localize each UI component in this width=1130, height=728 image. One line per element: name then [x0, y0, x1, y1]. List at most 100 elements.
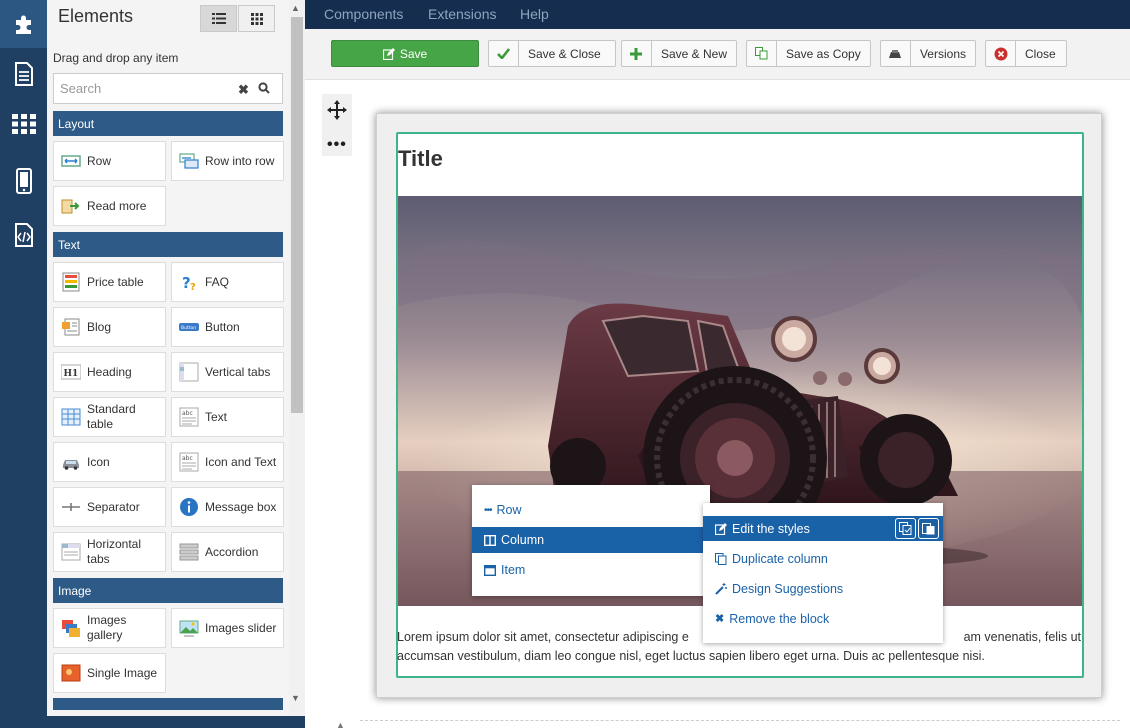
list-view-button[interactable]: [200, 5, 237, 32]
close-button[interactable]: Close: [985, 40, 1067, 67]
separator-icon: [62, 503, 80, 511]
element-images-slider[interactable]: Images slider: [171, 608, 284, 648]
save-button[interactable]: Save: [331, 40, 479, 67]
element-standard-table[interactable]: Standard table: [53, 397, 166, 437]
element-row[interactable]: Row: [53, 141, 166, 181]
element-icon-and-text[interactable]: abc Icon and Text: [171, 442, 284, 482]
element-text[interactable]: abc Text: [171, 397, 284, 437]
search-icon[interactable]: [258, 82, 270, 97]
save-close-button[interactable]: Save & Close: [488, 40, 616, 67]
toolbar: Save Save & Close Save & New Save as Cop…: [305, 29, 1130, 80]
columns-icon: [484, 534, 496, 546]
nav-extensions[interactable]: Extensions: [428, 6, 496, 22]
versions-icon: [889, 49, 902, 58]
copy-style-button[interactable]: [895, 518, 916, 539]
copy-style-icon: [899, 522, 912, 535]
duplicate-icon: [715, 552, 727, 565]
clear-icon[interactable]: ✖: [238, 82, 249, 98]
scrollbar-thumb[interactable]: [291, 17, 303, 413]
read-more-icon: [61, 199, 80, 214]
code-file-icon[interactable]: [0, 211, 47, 259]
car-icon: [63, 460, 79, 470]
category-next[interactable]: [53, 698, 283, 710]
element-price-table[interactable]: Price table: [53, 262, 166, 302]
element-blog[interactable]: Blog: [53, 307, 166, 347]
row-icon: [61, 155, 81, 167]
menu-duplicate-column[interactable]: Duplicate column: [703, 546, 943, 571]
button-icon: Button: [179, 323, 199, 331]
menu-row[interactable]: ••• Row: [472, 497, 710, 523]
nav-help[interactable]: Help: [520, 6, 549, 22]
menu-edit-styles[interactable]: Edit the styles: [703, 516, 943, 541]
faq-icon: ??: [182, 274, 196, 292]
page-title[interactable]: Title: [398, 146, 443, 172]
paste-style-button[interactable]: [918, 518, 939, 539]
save-new-button[interactable]: Save & New: [621, 40, 737, 67]
element-images-gallery[interactable]: Images gallery: [53, 608, 166, 648]
vertical-tabs-icon: [179, 362, 199, 382]
images-gallery-icon: [62, 620, 80, 637]
edit-icon: [715, 522, 727, 535]
document-icon[interactable]: [0, 50, 47, 98]
panel-title: Elements: [58, 6, 134, 26]
accordion-icon: [179, 543, 199, 561]
heading-icon: H1: [61, 364, 81, 380]
puzzle-icon[interactable]: [0, 0, 47, 48]
mobile-icon[interactable]: [0, 157, 47, 205]
item-icon: [484, 564, 496, 576]
top-navigation: Components Extensions Help: [305, 0, 1130, 29]
move-icon[interactable]: [326, 99, 348, 121]
plus-icon: [630, 47, 643, 60]
close-circle-icon: [994, 47, 1007, 60]
element-faq[interactable]: ?? FAQ: [171, 262, 284, 302]
nav-components[interactable]: Components: [324, 6, 403, 22]
element-row-into-row[interactable]: Row into row: [171, 141, 284, 181]
save-copy-button[interactable]: Save as Copy: [746, 40, 871, 67]
scroll-up-icon[interactable]: ▲: [291, 3, 300, 13]
standard-table-icon: [61, 408, 81, 426]
svg-text:H1: H1: [64, 369, 79, 379]
element-heading[interactable]: H1 Heading: [53, 352, 166, 392]
remove-icon: ✖: [715, 613, 725, 625]
menu-design-suggestions[interactable]: Design Suggestions: [703, 576, 943, 601]
element-message-box[interactable]: Message box: [171, 487, 284, 527]
search-input[interactable]: [54, 74, 230, 103]
row-into-row-icon: [179, 153, 199, 169]
elements-panel: Elements Drag and drop any item ✖ Layout…: [47, 0, 305, 716]
edit-icon: [382, 47, 395, 60]
element-horizontal-tabs[interactable]: Horizontal tabs: [53, 532, 166, 572]
element-separator[interactable]: Separator: [53, 487, 166, 527]
next-block-handle-icon[interactable]: ▲: [336, 720, 345, 728]
category-text[interactable]: Text: [53, 232, 283, 257]
paste-style-icon: [922, 523, 935, 535]
menu-remove-block[interactable]: ✖ Remove the block: [703, 606, 943, 631]
element-accordion[interactable]: Accordion: [171, 532, 284, 572]
element-single-image[interactable]: Single Image: [53, 653, 166, 693]
menu-item[interactable]: Item: [472, 557, 710, 583]
info-icon: [180, 498, 198, 516]
search-box: ✖: [53, 73, 283, 104]
blog-icon: [62, 318, 80, 336]
versions-button[interactable]: Versions: [880, 40, 976, 67]
magic-wand-icon: [715, 582, 727, 595]
copy-icon: [755, 47, 768, 60]
menu-column[interactable]: Column: [472, 527, 710, 553]
grid-icon[interactable]: [0, 100, 47, 148]
element-icon[interactable]: Icon: [53, 442, 166, 482]
element-vertical-tabs[interactable]: Vertical tabs: [171, 352, 284, 392]
single-image-icon: [61, 664, 81, 682]
category-image[interactable]: Image: [53, 578, 283, 603]
element-button[interactable]: Button Button: [171, 307, 284, 347]
list-icon: [211, 13, 226, 24]
grid-view-button[interactable]: [238, 5, 275, 32]
panel-footer: [0, 716, 305, 728]
svg-text:Button: Button: [181, 325, 196, 331]
grid-view-icon: [250, 12, 263, 25]
scroll-down-icon[interactable]: ▼: [291, 693, 300, 703]
check-icon: [497, 48, 510, 59]
panel-hint: Drag and drop any item: [53, 51, 179, 65]
category-layout[interactable]: Layout: [53, 111, 283, 136]
element-read-more[interactable]: Read more: [53, 186, 166, 226]
text-icon: abc: [179, 407, 199, 427]
more-options-icon[interactable]: •••: [327, 136, 347, 154]
